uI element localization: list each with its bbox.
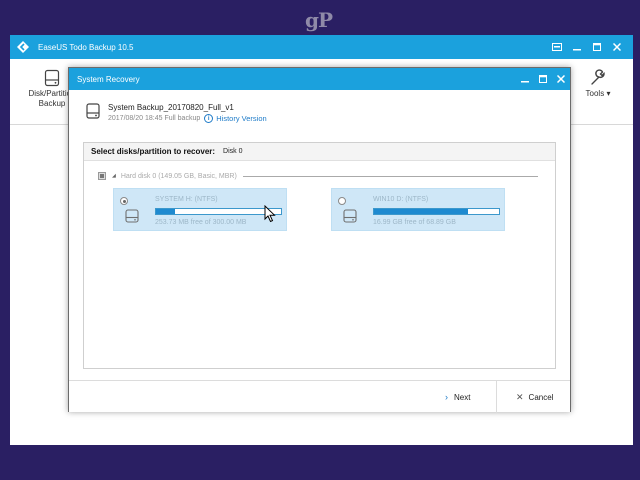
system-recovery-dialog: System Recovery System Backup_20170820_F… bbox=[68, 67, 571, 413]
partition-usage-fill bbox=[156, 209, 175, 214]
minimize-icon[interactable] bbox=[567, 35, 587, 59]
backup-info: System Backup_20170820_Full_v1 2017/08/2… bbox=[86, 101, 267, 125]
partition-free-space: 253.73 MB free of 300.00 MB bbox=[155, 219, 247, 226]
panel-title: Select disks/partition to recover: bbox=[91, 147, 216, 156]
next-button[interactable]: › Next bbox=[445, 381, 470, 413]
disk-row: ◢ Hard disk 0 (149.05 GB, Basic, MBR) bbox=[98, 172, 538, 180]
info-icon: i bbox=[204, 114, 214, 123]
dialog-minimize-icon[interactable] bbox=[516, 68, 534, 90]
partition-usage-bar bbox=[373, 208, 500, 215]
disk-selection-panel: Select disks/partition to recover: Disk … bbox=[83, 142, 556, 369]
mouse-cursor-icon bbox=[264, 204, 276, 228]
footer-separator bbox=[496, 381, 497, 413]
history-version-link[interactable]: i History Version bbox=[204, 114, 267, 123]
disk-checkbox[interactable] bbox=[98, 172, 106, 180]
partition-name: WIN10 D: (NTFS) bbox=[373, 196, 429, 203]
disk-row-label: Hard disk 0 (149.05 GB, Basic, MBR) bbox=[120, 172, 237, 180]
partition-name: SYSTEM H: (NTFS) bbox=[155, 196, 218, 203]
tools-button[interactable]: Tools ▾ bbox=[580, 69, 616, 99]
dialog-title: System Recovery bbox=[77, 74, 140, 84]
partition-usage-bar bbox=[155, 208, 282, 215]
backup-meta: 2017/08/20 18:45 Full backup bbox=[108, 115, 201, 122]
cancel-button[interactable]: ✕ Cancel bbox=[516, 381, 553, 413]
panel-header: Select disks/partition to recover: Disk … bbox=[84, 143, 555, 161]
partition-radio[interactable] bbox=[120, 197, 128, 205]
disk-icon bbox=[44, 69, 60, 89]
maximize-icon[interactable] bbox=[587, 35, 607, 59]
caret-down-icon: ▾ bbox=[606, 89, 611, 98]
next-label: Next bbox=[454, 392, 471, 402]
watermark-logo: gP bbox=[305, 8, 333, 32]
expand-triangle-icon[interactable]: ◢ bbox=[112, 173, 116, 179]
cancel-label: Cancel bbox=[528, 392, 554, 402]
partition-card-win10[interactable]: WIN10 D: (NTFS) 16.99 GB free of 68.89 G… bbox=[331, 188, 505, 231]
wrench-icon bbox=[589, 69, 607, 89]
close-icon[interactable] bbox=[607, 35, 627, 59]
layout-icon[interactable] bbox=[547, 35, 567, 59]
dialog-footer: › Next ✕ Cancel bbox=[69, 380, 570, 413]
selected-disk-label: Disk 0 bbox=[223, 148, 243, 155]
tools-label: Tools bbox=[585, 89, 605, 98]
partition-disk-icon bbox=[343, 209, 357, 228]
partition-card-system[interactable]: SYSTEM H: (NTFS) 253.73 MB free of 300.0… bbox=[113, 188, 287, 231]
dialog-maximize-icon[interactable] bbox=[534, 68, 552, 90]
app-title: EaseUS Todo Backup 10.5 bbox=[38, 42, 134, 52]
disk-row-divider bbox=[242, 175, 538, 177]
dialog-close-icon[interactable] bbox=[552, 68, 570, 90]
backup-name: System Backup_20170820_Full_v1 bbox=[108, 103, 234, 112]
cancel-x-icon: ✕ bbox=[516, 391, 524, 402]
partition-disk-icon bbox=[125, 209, 139, 228]
partition-usage-fill bbox=[374, 209, 468, 214]
partition-radio[interactable] bbox=[338, 197, 346, 205]
partition-free-space: 16.99 GB free of 68.89 GB bbox=[373, 219, 456, 226]
app-logo-icon bbox=[16, 40, 30, 54]
history-version-label: History Version bbox=[216, 114, 267, 123]
chevron-right-icon: › bbox=[445, 392, 448, 402]
main-titlebar: EaseUS Todo Backup 10.5 bbox=[10, 35, 633, 59]
backup-disk-icon bbox=[86, 102, 100, 124]
dialog-titlebar: System Recovery bbox=[69, 68, 570, 90]
